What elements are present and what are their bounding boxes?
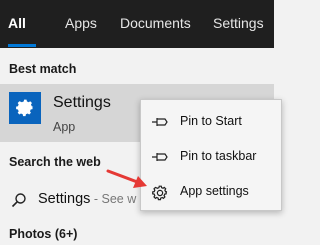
menu-item-label: Pin to Start	[180, 114, 242, 128]
web-query-suffix: - See w	[90, 192, 137, 206]
tab-all[interactable]: All	[8, 15, 26, 31]
menu-item-label: Pin to taskbar	[180, 149, 257, 163]
active-tab-indicator	[8, 44, 36, 47]
pin-icon	[152, 118, 168, 126]
tab-documents[interactable]: Documents	[120, 15, 191, 31]
web-search-result[interactable]: Settings - See w	[38, 191, 136, 207]
menu-item-pin-to-start[interactable]: Pin to Start	[141, 107, 281, 137]
best-match-subtitle: App	[53, 120, 76, 134]
web-query-text: Settings	[38, 191, 91, 207]
context-menu: Pin to Start Pin to taskbar App settings	[140, 99, 282, 211]
menu-item-label: App settings	[180, 184, 249, 198]
tab-settings[interactable]: Settings	[213, 15, 264, 31]
gear-icon	[152, 185, 168, 201]
search-icon	[11, 193, 26, 208]
search-web-heading: Search the web	[9, 155, 101, 169]
menu-item-pin-to-taskbar[interactable]: Pin to taskbar	[141, 142, 281, 172]
settings-app-tile[interactable]	[9, 92, 41, 124]
tab-apps[interactable]: Apps	[65, 15, 97, 31]
best-match-heading: Best match	[9, 62, 77, 76]
menu-item-app-settings[interactable]: App settings	[141, 177, 281, 207]
best-match-title[interactable]: Settings	[53, 94, 111, 112]
photos-heading: Photos (6+)	[9, 227, 78, 241]
search-tab-bar: All Apps Documents Settings	[0, 0, 274, 48]
gear-icon	[16, 99, 34, 117]
pin-icon	[152, 153, 168, 161]
